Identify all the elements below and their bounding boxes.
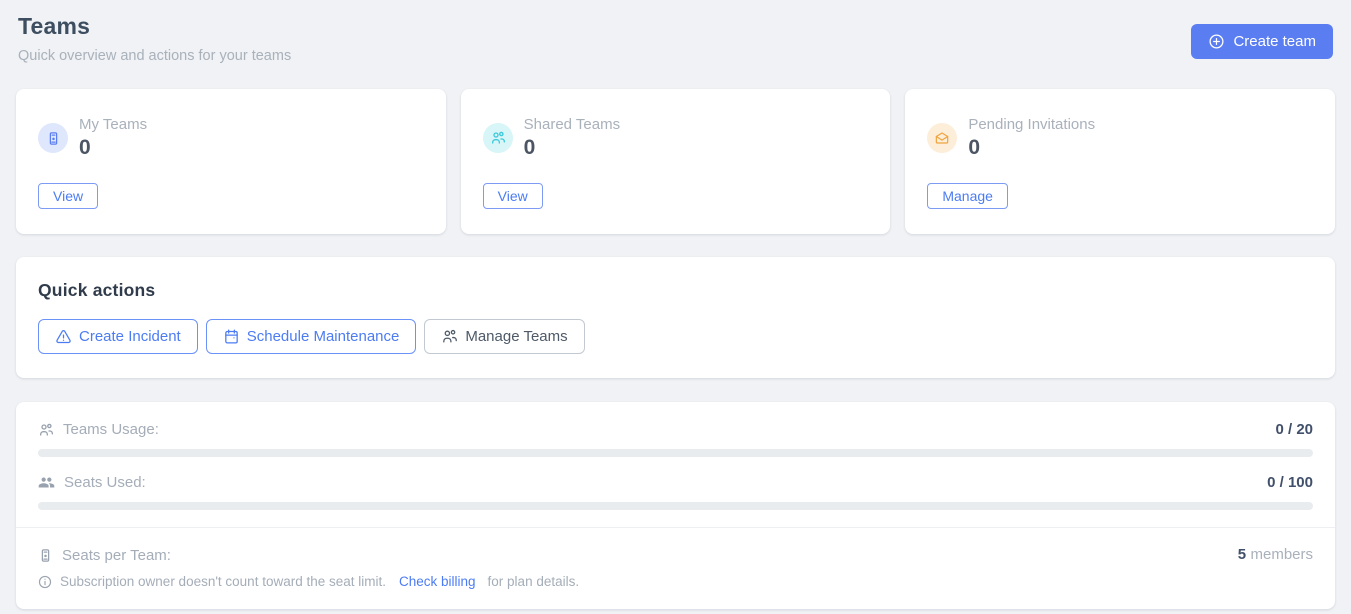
pending-invitations-card: Pending Invitations 0 Manage	[905, 89, 1335, 234]
info-circle-icon	[38, 575, 52, 589]
page-title: Teams	[18, 13, 291, 40]
manage-teams-label: Manage Teams	[465, 328, 567, 345]
seats-used-value: 0 / 100	[1267, 474, 1313, 491]
page-header-text: Teams Quick overview and actions for you…	[18, 13, 291, 64]
seat-limit-note: Subscription owner doesn't count toward …	[38, 574, 1313, 589]
shared-teams-card: Shared Teams 0 View	[461, 89, 891, 234]
plus-circle-icon	[1208, 33, 1225, 50]
quick-actions-card: Quick actions Create Incident Schedule M…	[16, 257, 1335, 378]
create-incident-label: Create Incident	[79, 328, 181, 345]
quick-actions-buttons: Create Incident Schedule Maintenance Man…	[38, 319, 1313, 354]
teams-page: Teams Quick overview and actions for you…	[0, 0, 1351, 609]
warning-triangle-icon	[55, 328, 72, 345]
seats-used-progressbar	[38, 502, 1313, 510]
schedule-maintenance-label: Schedule Maintenance	[247, 328, 400, 345]
teams-usage-row: Teams Usage: 0 / 20	[38, 421, 1313, 438]
shared-teams-label: Shared Teams	[524, 116, 620, 133]
create-team-button-label: Create team	[1233, 33, 1316, 50]
user-group-outline-icon	[38, 422, 54, 438]
seats-used-label: Seats Used:	[64, 474, 146, 491]
seats-per-team-label: Seats per Team:	[62, 547, 171, 564]
pending-invitations-count: 0	[968, 136, 1095, 160]
view-shared-teams-button[interactable]: View	[483, 183, 543, 209]
open-envelope-icon	[927, 123, 957, 153]
users-icon	[483, 123, 513, 153]
shared-teams-stat: Shared Teams 0	[483, 116, 869, 160]
create-team-button[interactable]: Create team	[1191, 24, 1333, 59]
view-my-teams-button[interactable]: View	[38, 183, 98, 209]
calendar-icon	[223, 328, 240, 345]
my-teams-count: 0	[79, 136, 147, 160]
quick-actions-title: Quick actions	[38, 280, 1313, 301]
manage-invitations-button[interactable]: Manage	[927, 183, 1008, 209]
check-billing-link[interactable]: Check billing	[399, 574, 476, 589]
seats-per-team-unit: members	[1250, 546, 1313, 563]
my-teams-stat: My Teams 0	[38, 116, 424, 160]
id-badge-icon	[38, 123, 68, 153]
note-text: Subscription owner doesn't count toward …	[60, 574, 386, 589]
user-group-icon	[441, 328, 458, 345]
schedule-maintenance-button[interactable]: Schedule Maintenance	[206, 319, 417, 354]
seats-per-team-row: Seats per Team: 5 members	[38, 528, 1313, 564]
seats-per-team-value: 5	[1238, 546, 1246, 563]
teams-usage-progressbar	[38, 449, 1313, 457]
teams-usage-label: Teams Usage:	[63, 421, 159, 438]
manage-teams-button[interactable]: Manage Teams	[424, 319, 584, 354]
stats-row: My Teams 0 View Shared Teams 0 View	[16, 89, 1335, 234]
id-badge-outline-icon	[38, 548, 53, 563]
page-subtitle: Quick overview and actions for your team…	[18, 48, 291, 64]
create-incident-button[interactable]: Create Incident	[38, 319, 198, 354]
my-teams-card: My Teams 0 View	[16, 89, 446, 234]
note-suffix: for plan details.	[488, 574, 580, 589]
usage-card: Teams Usage: 0 / 20 Seats Used: 0 / 100	[16, 402, 1335, 609]
pending-invitations-label: Pending Invitations	[968, 116, 1095, 133]
seats-used-row: Seats Used: 0 / 100	[38, 474, 1313, 491]
page-header: Teams Quick overview and actions for you…	[16, 13, 1335, 64]
people-filled-icon	[38, 474, 55, 491]
shared-teams-count: 0	[524, 136, 620, 160]
pending-invitations-stat: Pending Invitations 0	[927, 116, 1313, 160]
my-teams-label: My Teams	[79, 116, 147, 133]
teams-usage-value: 0 / 20	[1275, 421, 1313, 438]
